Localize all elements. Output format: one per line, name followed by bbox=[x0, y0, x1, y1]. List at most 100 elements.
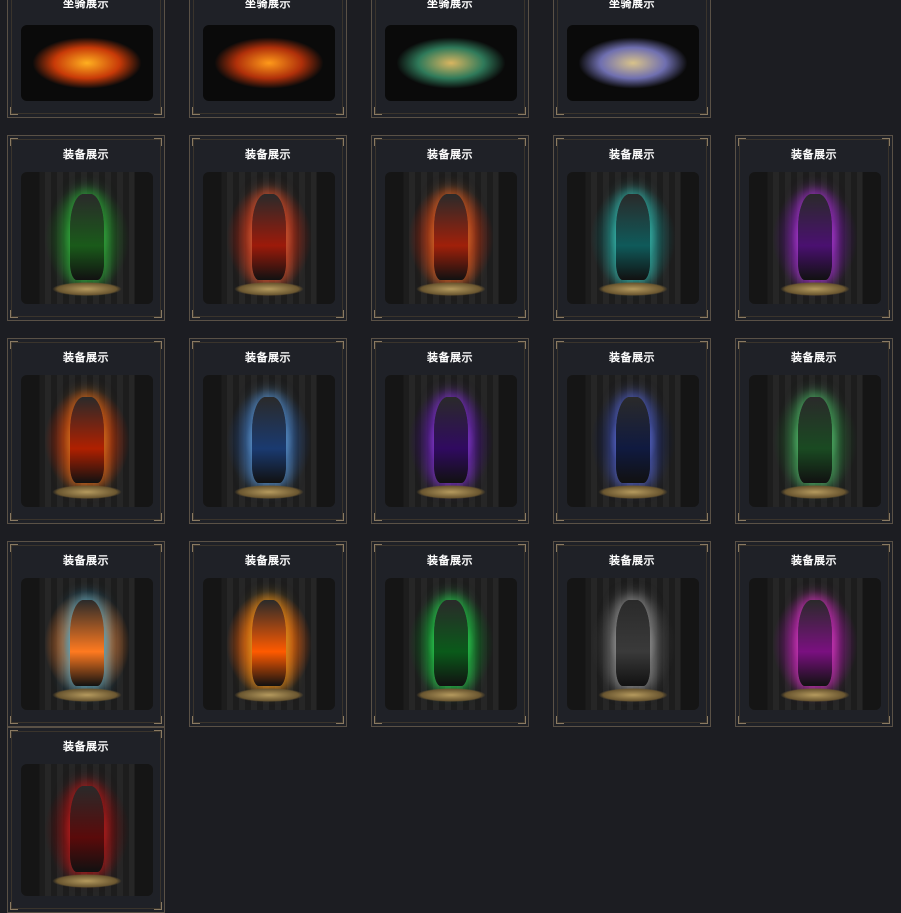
frame-corner bbox=[336, 341, 344, 349]
armor-green-dragon-image[interactable] bbox=[21, 172, 153, 304]
character-figure bbox=[798, 397, 832, 483]
effect-glow bbox=[203, 25, 335, 101]
pedestal bbox=[52, 874, 122, 888]
pedestal bbox=[234, 282, 304, 296]
frame-corner bbox=[374, 341, 382, 349]
frame-corner bbox=[374, 138, 382, 146]
frame-corner bbox=[518, 544, 526, 552]
character-figure bbox=[252, 397, 286, 483]
pedestal bbox=[598, 485, 668, 499]
pedestal bbox=[780, 485, 850, 499]
pedestal bbox=[234, 688, 304, 702]
armor-azure-trident-image[interactable] bbox=[21, 578, 153, 710]
card-title: 装备展示 bbox=[791, 554, 837, 567]
card-title: 装备展示 bbox=[427, 351, 473, 364]
effect-glow bbox=[21, 25, 153, 101]
mount-jade-dragon-image[interactable] bbox=[385, 25, 517, 101]
card-title: 装备展示 bbox=[245, 148, 291, 161]
card-title: 装备展示 bbox=[63, 740, 109, 753]
showcase-card[interactable]: 装备展示 bbox=[735, 338, 893, 524]
effect-glow bbox=[385, 25, 517, 101]
showcase-card[interactable]: 装备展示 bbox=[371, 338, 529, 524]
character-figure bbox=[70, 194, 104, 280]
card-title: 装备展示 bbox=[609, 554, 655, 567]
armor-inferno-demon-image[interactable] bbox=[21, 375, 153, 507]
frame-corner bbox=[336, 544, 344, 552]
showcase-card[interactable]: 装备展示 bbox=[553, 541, 711, 727]
frame-corner bbox=[154, 730, 162, 738]
card-title: 装备展示 bbox=[427, 554, 473, 567]
mount-fire-phoenix-image[interactable] bbox=[21, 25, 153, 101]
armor-fire-blade-image[interactable] bbox=[385, 172, 517, 304]
showcase-card[interactable]: 装备展示 bbox=[7, 135, 165, 321]
frame-corner bbox=[882, 341, 890, 349]
showcase-card[interactable]: 坐骑展示 bbox=[553, 0, 711, 118]
frame-corner bbox=[700, 544, 708, 552]
card-title: 装备展示 bbox=[609, 351, 655, 364]
frame-corner bbox=[10, 730, 18, 738]
pedestal bbox=[52, 688, 122, 702]
character-figure bbox=[70, 397, 104, 483]
frame-corner bbox=[10, 544, 18, 552]
showcase-card[interactable]: 坐骑展示 bbox=[7, 0, 165, 118]
character-figure bbox=[70, 600, 104, 686]
character-figure bbox=[434, 194, 468, 280]
card-title: 坐骑展示 bbox=[245, 0, 291, 10]
card-title: 装备展示 bbox=[609, 148, 655, 161]
card-title: 装备展示 bbox=[63, 148, 109, 161]
frame-corner bbox=[700, 341, 708, 349]
card-title: 装备展示 bbox=[791, 351, 837, 364]
showcase-card[interactable]: 装备展示 bbox=[553, 338, 711, 524]
showcase-card[interactable]: 装备展示 bbox=[735, 541, 893, 727]
card-title: 坐骑展示 bbox=[427, 0, 473, 10]
mount-silver-dragon-image[interactable] bbox=[567, 25, 699, 101]
armor-ice-wings-image[interactable] bbox=[203, 375, 335, 507]
showcase-card[interactable]: 装备展示 bbox=[553, 135, 711, 321]
showcase-card[interactable]: 装备展示 bbox=[189, 541, 347, 727]
frame-corner bbox=[518, 341, 526, 349]
showcase-card[interactable]: 装备展示 bbox=[371, 135, 529, 321]
card-title: 装备展示 bbox=[791, 148, 837, 161]
pedestal bbox=[416, 688, 486, 702]
armor-flame-hammer-image[interactable] bbox=[203, 172, 335, 304]
armor-golden-sage-image[interactable] bbox=[203, 578, 335, 710]
character-figure bbox=[434, 397, 468, 483]
frame-corner bbox=[738, 544, 746, 552]
card-title: 装备展示 bbox=[245, 351, 291, 364]
armor-jade-spear-image[interactable] bbox=[749, 375, 881, 507]
showcase-card[interactable]: 坐骑展示 bbox=[371, 0, 529, 118]
frame-corner bbox=[556, 138, 564, 146]
pedestal bbox=[780, 688, 850, 702]
armor-silver-dragon-throne-image[interactable] bbox=[567, 578, 699, 710]
showcase-card[interactable]: 装备展示 bbox=[189, 135, 347, 321]
pedestal bbox=[416, 282, 486, 296]
character-figure bbox=[616, 600, 650, 686]
pedestal bbox=[416, 485, 486, 499]
frame-corner bbox=[154, 341, 162, 349]
showcase-card[interactable]: 装备展示 bbox=[735, 135, 893, 321]
armor-emerald-storm-image[interactable] bbox=[385, 578, 517, 710]
mount-fire-beast-image[interactable] bbox=[203, 25, 335, 101]
character-figure bbox=[252, 194, 286, 280]
showcase-card[interactable]: 装备展示 bbox=[7, 727, 165, 913]
showcase-card[interactable]: 装备展示 bbox=[371, 541, 529, 727]
pedestal bbox=[780, 282, 850, 296]
armor-crimson-image[interactable] bbox=[21, 764, 153, 896]
character-figure bbox=[798, 600, 832, 686]
frame-corner bbox=[882, 138, 890, 146]
showcase-card[interactable]: 坐骑展示 bbox=[189, 0, 347, 118]
armor-violet-swords-image[interactable] bbox=[749, 172, 881, 304]
frame-corner bbox=[556, 544, 564, 552]
armor-teal-spirit-image[interactable] bbox=[567, 172, 699, 304]
frame-corner bbox=[882, 544, 890, 552]
showcase-card[interactable]: 装备展示 bbox=[189, 338, 347, 524]
frame-corner bbox=[192, 341, 200, 349]
armor-purple-lance-image[interactable] bbox=[385, 375, 517, 507]
showcase-card[interactable]: 装备展示 bbox=[7, 541, 165, 727]
armor-magenta-blaze-image[interactable] bbox=[749, 578, 881, 710]
showcase-card[interactable]: 装备展示 bbox=[7, 338, 165, 524]
armor-shadow-blade-image[interactable] bbox=[567, 375, 699, 507]
pedestal bbox=[52, 282, 122, 296]
frame-corner bbox=[154, 138, 162, 146]
card-title: 坐骑展示 bbox=[609, 0, 655, 10]
